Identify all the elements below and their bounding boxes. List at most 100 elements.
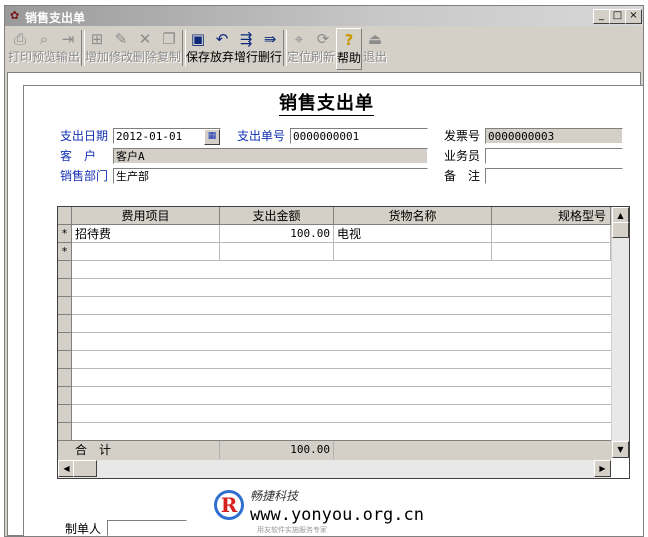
help-button[interactable]: ? 帮助 (336, 28, 362, 70)
row-marker-empty (58, 315, 72, 333)
cell-amount[interactable] (220, 243, 334, 261)
cell-spec[interactable] (492, 243, 611, 261)
save-icon: ▣ (190, 30, 206, 48)
column-header-goods[interactable]: 货物名称 (334, 207, 492, 225)
edit-button[interactable]: ✎ 修改 (109, 28, 133, 68)
invoice-field[interactable]: 0000000003 (485, 128, 623, 144)
column-header-amount[interactable]: 支出金额 (220, 207, 334, 225)
horizontal-scrollbar[interactable]: ◀ ▶ (58, 459, 611, 478)
add-button[interactable]: ⊞ 增加 (85, 28, 109, 68)
maker-label: 制单人 (65, 522, 102, 536)
empty-row (58, 279, 611, 297)
scroll-right-button[interactable]: ▶ (594, 460, 611, 477)
number-label: 支出单号 (237, 129, 286, 143)
number-field[interactable]: 0000000001 (290, 128, 428, 144)
salesman-field[interactable] (485, 148, 623, 164)
dept-field[interactable]: 生产部 (113, 168, 428, 184)
copy-button[interactable]: ❐ 复制 (157, 28, 181, 68)
cell-amount[interactable]: 100.00 (220, 225, 334, 243)
row-marker-empty (58, 405, 72, 423)
delete-label: 删除 (133, 50, 158, 64)
scroll-down-button[interactable]: ▼ (612, 441, 629, 458)
refresh-label: 刷新 (311, 50, 336, 64)
dept-label: 销售部门 (60, 169, 109, 183)
cell-item[interactable]: 招待费 (72, 225, 220, 243)
insert-row-label: 增行 (234, 50, 259, 64)
cell-spec[interactable] (492, 225, 611, 243)
save-label: 保存 (186, 50, 211, 64)
customer-label: 客 户 (60, 149, 97, 163)
delete-row-icon: ⇛ (263, 30, 277, 48)
help-label: 帮助 (337, 51, 362, 65)
empty-row (58, 333, 611, 351)
main-window: ✿ 销售支出单 _ □ × ⎙ 打印 ⌕ 预览 ⇥ 输出 ⊞ 增加 ✎ 修改 ✕… (4, 5, 644, 537)
exit-icon: ⏏ (367, 30, 383, 48)
row-marker-empty (58, 261, 72, 279)
row-marker-empty (58, 297, 72, 315)
total-label: 合 计 (72, 441, 220, 459)
export-button[interactable]: ⇥ 输出 (56, 28, 80, 68)
total-amount: 100.00 (220, 441, 334, 459)
cell-goods[interactable] (334, 243, 492, 261)
empty-row (58, 369, 611, 387)
cell-goods[interactable]: 电视 (334, 225, 492, 243)
row-marker-empty (58, 387, 72, 405)
empty-row (58, 315, 611, 333)
copy-label: 复制 (157, 50, 182, 64)
refresh-button[interactable]: ⟳ 刷新 (311, 28, 335, 68)
column-header-item[interactable]: 费用项目 (72, 207, 220, 225)
insert-row-button[interactable]: ⇶ 增行 (234, 28, 258, 68)
watermark-url: www.yonyou.org.cn (250, 505, 424, 525)
print-button[interactable]: ⎙ 打印 (8, 28, 32, 68)
app-icon[interactable]: ✿ (10, 9, 19, 22)
row-marker: * (58, 243, 72, 261)
vertical-scrollbar[interactable]: ▲ ▼ (611, 207, 629, 458)
empty-row (58, 261, 611, 279)
empty-row (58, 405, 611, 423)
customer-field[interactable]: 客户A (113, 148, 428, 164)
preview-button[interactable]: ⌕ 预览 (32, 28, 56, 68)
empty-row (58, 423, 611, 441)
delete-row-button[interactable]: ⇛ 删行 (258, 28, 282, 68)
calendar-icon[interactable]: ▦ (204, 129, 220, 145)
salesman-label: 业务员 (444, 149, 481, 163)
column-header-spec[interactable]: 规格型号 (492, 207, 611, 225)
insert-row-icon: ⇶ (239, 30, 253, 48)
row-marker-empty (58, 351, 72, 369)
edit-icon: ✎ (114, 30, 128, 48)
print-icon: ⎙ (13, 30, 26, 48)
close-button[interactable]: × (625, 9, 642, 24)
empty-row (58, 351, 611, 369)
title-bar[interactable]: ✿ 销售支出单 _ □ × (5, 6, 643, 26)
table-row[interactable]: * (58, 243, 611, 261)
scroll-thumb[interactable] (612, 222, 629, 238)
export-icon: ⇥ (61, 30, 75, 48)
locate-button[interactable]: ⌖ 定位 (287, 28, 311, 68)
locate-icon: ⌖ (294, 30, 304, 48)
add-label: 增加 (85, 50, 110, 64)
help-icon: ? (344, 31, 354, 49)
yonyou-logo: R (214, 490, 244, 520)
cell-item[interactable] (72, 243, 220, 261)
watermark-subtitle: 用友软件实施服务专家 (257, 526, 327, 534)
row-marker: * (58, 225, 72, 243)
exit-button[interactable]: ⏏ 退出 (363, 28, 387, 68)
undo-button[interactable]: ↶ 放弃 (210, 28, 234, 68)
maker-field[interactable] (107, 520, 187, 536)
maximize-button[interactable]: □ (609, 9, 626, 24)
locate-label: 定位 (287, 50, 312, 64)
save-button[interactable]: ▣ 保存 (186, 28, 210, 68)
table-row[interactable]: * 招待费 100.00 电视 (58, 225, 611, 243)
minimize-button[interactable]: _ (593, 9, 610, 24)
copy-icon: ❐ (162, 30, 176, 48)
document-title: 销售支出单 (279, 93, 374, 116)
window-title: 销售支出单 (25, 11, 86, 25)
exit-label: 退出 (363, 50, 388, 64)
hscroll-thumb[interactable] (73, 460, 97, 477)
grid-corner (58, 207, 72, 225)
toolbar: ⎙ 打印 ⌕ 预览 ⇥ 输出 ⊞ 增加 ✎ 修改 ✕ 删除 ❐ 复制 ▣ 保存 … (8, 28, 638, 70)
delete-button[interactable]: ✕ 删除 (133, 28, 157, 68)
remark-field[interactable] (485, 168, 623, 184)
preview-icon: ⌕ (39, 30, 49, 48)
detail-grid[interactable]: 费用项目 支出金额 货物名称 规格型号 * 招待费 100.00 电视 * 合 (57, 206, 630, 479)
